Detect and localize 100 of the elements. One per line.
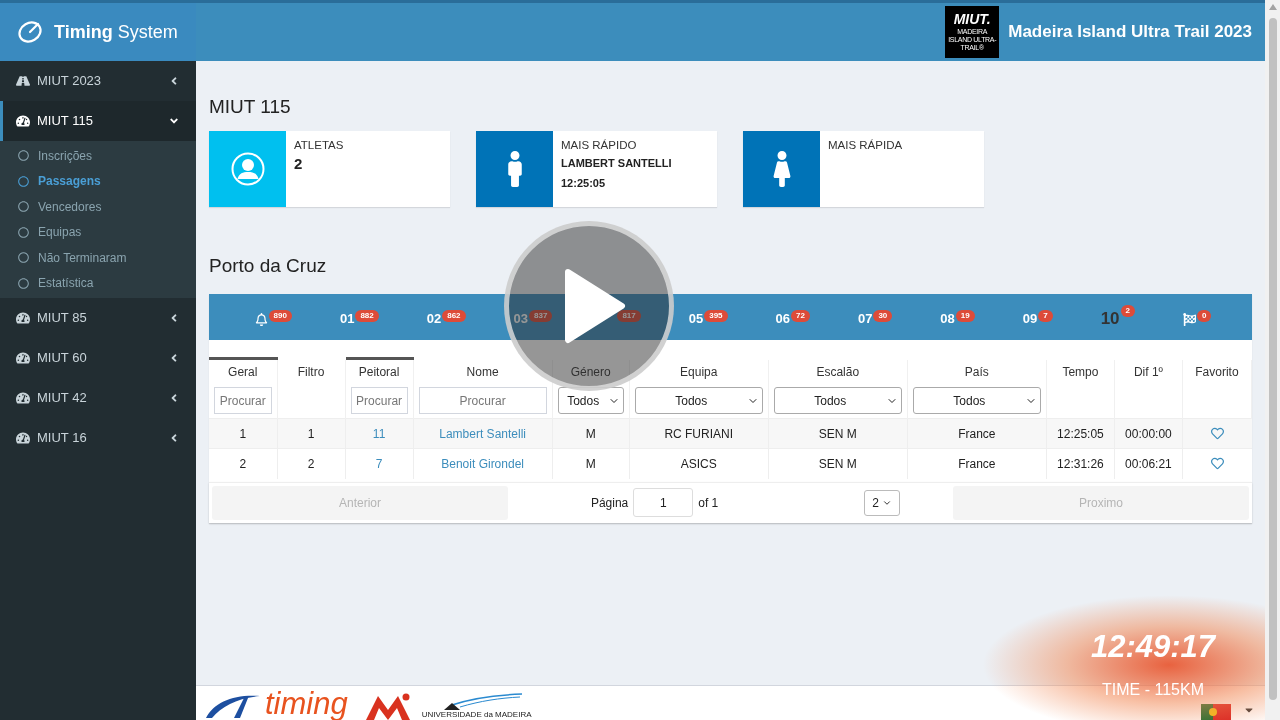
event-title: Madeira Island Ultra Trail 2023 <box>1008 21 1252 44</box>
filter-select[interactable]: Todos <box>634 387 763 415</box>
count-badge: 890 <box>268 310 292 322</box>
submenu-item[interactable]: Passagens <box>0 168 196 194</box>
search-field[interactable]: Procurar <box>350 387 408 415</box>
page-size-select[interactable]: 2 <box>864 489 901 516</box>
submenu-item[interactable]: Equipas <box>0 219 196 245</box>
checkpoint-tab[interactable]: 02 862 <box>402 294 490 340</box>
sidebar-item[interactable]: MIUT 115 <box>0 101 196 141</box>
checkpoint-tab[interactable]: 01 882 <box>315 294 403 340</box>
gauge-icon <box>16 431 30 445</box>
table-cell: 2 <box>277 448 346 479</box>
page-count: of 1 <box>698 494 719 512</box>
submenu-item[interactable]: Vencedores <box>0 194 196 220</box>
count-badge: 817 <box>617 310 641 322</box>
filter-select[interactable]: Todos <box>557 387 624 415</box>
checkpoint-tab[interactable]: 09 7 <box>998 294 1077 340</box>
page-label: Página <box>590 494 629 512</box>
stat-label: MAIS RÁPIDA <box>828 138 903 153</box>
scrollbar[interactable] <box>1265 0 1280 720</box>
gauge-icon <box>16 351 30 365</box>
search-field[interactable]: Procurar <box>418 387 547 415</box>
submenu-item[interactable]: Não Terminaram <box>0 245 196 271</box>
clock-label: TIME - 115KM <box>1102 680 1204 700</box>
submenu-item[interactable]: Estatística <box>0 270 196 296</box>
checkpoint-tab[interactable]: 0 <box>1159 294 1236 340</box>
clock-time: 12:49:17 <box>1090 629 1216 665</box>
table-cell: SEN M <box>768 418 908 449</box>
column-header[interactable]: Escalão <box>768 358 908 384</box>
table-cell: 1 <box>277 418 346 449</box>
event-logo-mark: MIUT. <box>953 12 991 27</box>
page-title: MIUT 115 <box>209 95 292 119</box>
checkpoint-tab[interactable]: 890 <box>230 294 316 340</box>
table-link[interactable]: Benoit Girondel <box>441 456 524 471</box>
table-cell: France <box>907 418 1047 449</box>
stat-name: LAMBERT SANTELLI <box>561 156 672 171</box>
table-cell: RC FURIANI <box>629 418 769 449</box>
checkpoint-tab[interactable]: 05 395 <box>664 294 752 340</box>
gauge-icon <box>16 311 30 325</box>
table-cell: 00:00:00 <box>1114 418 1183 449</box>
app-logo-text: Timing System <box>54 20 178 44</box>
bell-icon <box>254 312 268 326</box>
table-cell: 12:25:05 <box>1046 418 1115 449</box>
checkpoint-tab[interactable]: 07 30 <box>833 294 917 340</box>
stat-label: ATLETAS <box>294 138 344 153</box>
count-badge: 882 <box>355 310 379 322</box>
table-cell: M <box>552 418 630 449</box>
count-badge: 72 <box>791 310 810 322</box>
count-badge: 0 <box>1197 310 1212 322</box>
heart-icon[interactable] <box>1210 457 1224 471</box>
column-header[interactable]: Nome <box>413 358 553 384</box>
count-badge: 19 <box>955 310 975 322</box>
stopwatch-logo-icon <box>16 20 44 44</box>
table-cell: M <box>552 448 630 479</box>
column-header[interactable]: Geral <box>209 358 278 384</box>
table-link[interactable]: Lambert Santelli <box>439 426 526 441</box>
section-title: Porto da Cruz <box>209 254 328 278</box>
column-header[interactable]: Tempo <box>1046 358 1115 384</box>
stat-time: 12:25:05 <box>561 176 607 191</box>
search-field[interactable]: Procurar <box>214 387 272 415</box>
portugal-flag-icon[interactable] <box>1201 704 1231 720</box>
table-cell: France <box>907 448 1047 479</box>
table-link[interactable]: 11 <box>372 426 386 441</box>
column-header[interactable]: País <box>907 358 1047 384</box>
count-badge: 862 <box>442 310 466 322</box>
heart-icon[interactable] <box>1210 427 1224 440</box>
column-header[interactable]: Equipa <box>629 358 769 384</box>
page-field[interactable]: 1 <box>633 488 694 517</box>
stat-value: 2 <box>294 154 304 174</box>
submenu-item[interactable]: Inscrições <box>0 143 196 169</box>
stat-label: MAIS RÁPIDO <box>561 138 638 153</box>
count-badge: 837 <box>529 310 553 322</box>
table-cell: 1 <box>209 418 278 449</box>
filter-select[interactable]: Todos <box>773 387 902 415</box>
scrollbar-thumb[interactable] <box>1268 18 1277 700</box>
gauge-icon <box>16 114 30 128</box>
column-header[interactable]: Género <box>552 358 630 384</box>
gauge-icon <box>16 391 30 405</box>
table-cell: ASICS <box>629 448 769 479</box>
column-header[interactable]: Favorito <box>1182 358 1252 384</box>
count-badge: 2 <box>1120 305 1135 317</box>
filter-select[interactable]: Todos <box>912 387 1041 415</box>
count-badge: 7 <box>1038 310 1053 322</box>
checkpoint-tab[interactable]: 08 19 <box>916 294 999 340</box>
checkpoint-tab[interactable]: 06 72 <box>751 294 834 340</box>
column-header[interactable]: Peitoral <box>345 358 414 384</box>
count-badge: 395 <box>704 310 728 322</box>
column-header[interactable]: Dif 1º <box>1114 358 1183 384</box>
checkpoint-tab[interactable]: 10 2 <box>1076 294 1159 340</box>
table-link[interactable]: 7 <box>375 456 383 471</box>
table-cell: SEN M <box>768 448 908 479</box>
university-name: UNIVERSIDADE da MADEIRA <box>421 710 532 719</box>
timing-logo-text: timing <box>265 688 348 720</box>
table-cell: 12:31:26 <box>1046 448 1115 479</box>
count-badge: 30 <box>873 310 893 322</box>
scroll-up-arrow-icon[interactable] <box>1268 4 1277 10</box>
table-cell: 00:06:21 <box>1114 448 1183 479</box>
checkered-flag-icon <box>1183 312 1196 326</box>
road-icon <box>16 74 30 88</box>
column-header[interactable]: Filtro <box>277 358 346 384</box>
